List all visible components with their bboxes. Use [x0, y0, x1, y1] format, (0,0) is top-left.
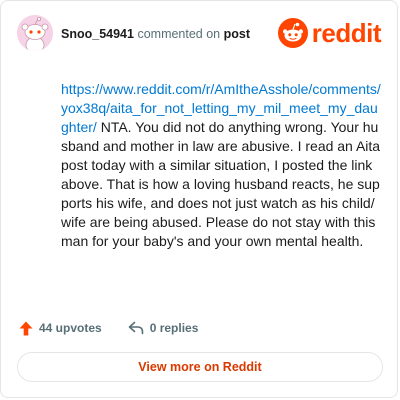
reddit-snoo-icon: [277, 18, 308, 48]
action-text: commented on: [137, 27, 221, 41]
username-link[interactable]: Snoo_54941: [61, 27, 134, 41]
upvote-arrow-icon: [19, 321, 33, 335]
user-avatar[interactable]: [17, 15, 53, 51]
comment-actions: 44 upvotes 0 replies: [19, 318, 198, 338]
comment-body: https://www.reddit.com/r/AmItheAsshole/c…: [61, 80, 381, 251]
post-link[interactable]: post: [224, 27, 250, 41]
upvote-count: 44 upvotes: [39, 321, 102, 335]
view-more-button[interactable]: View more on Reddit: [17, 352, 383, 382]
reddit-wordmark: reddit: [311, 18, 382, 48]
reddit-logo[interactable]: reddit: [277, 16, 382, 50]
comment-header: Snoo_54941 commented on post reddit: [17, 15, 382, 55]
comment-byline: Snoo_54941 commented on post: [61, 27, 250, 41]
upvote-button[interactable]: 44 upvotes: [19, 321, 102, 336]
comment-embed-card: Snoo_54941 commented on post reddit http…: [0, 0, 398, 398]
reply-arrow-icon: [128, 321, 144, 335]
comment-body-text: NTA. You did not do anything wrong. Your…: [61, 119, 381, 249]
snoo-avatar-icon: [17, 15, 53, 51]
reply-count: 0 replies: [149, 321, 199, 335]
reply-button[interactable]: 0 replies: [128, 321, 199, 335]
